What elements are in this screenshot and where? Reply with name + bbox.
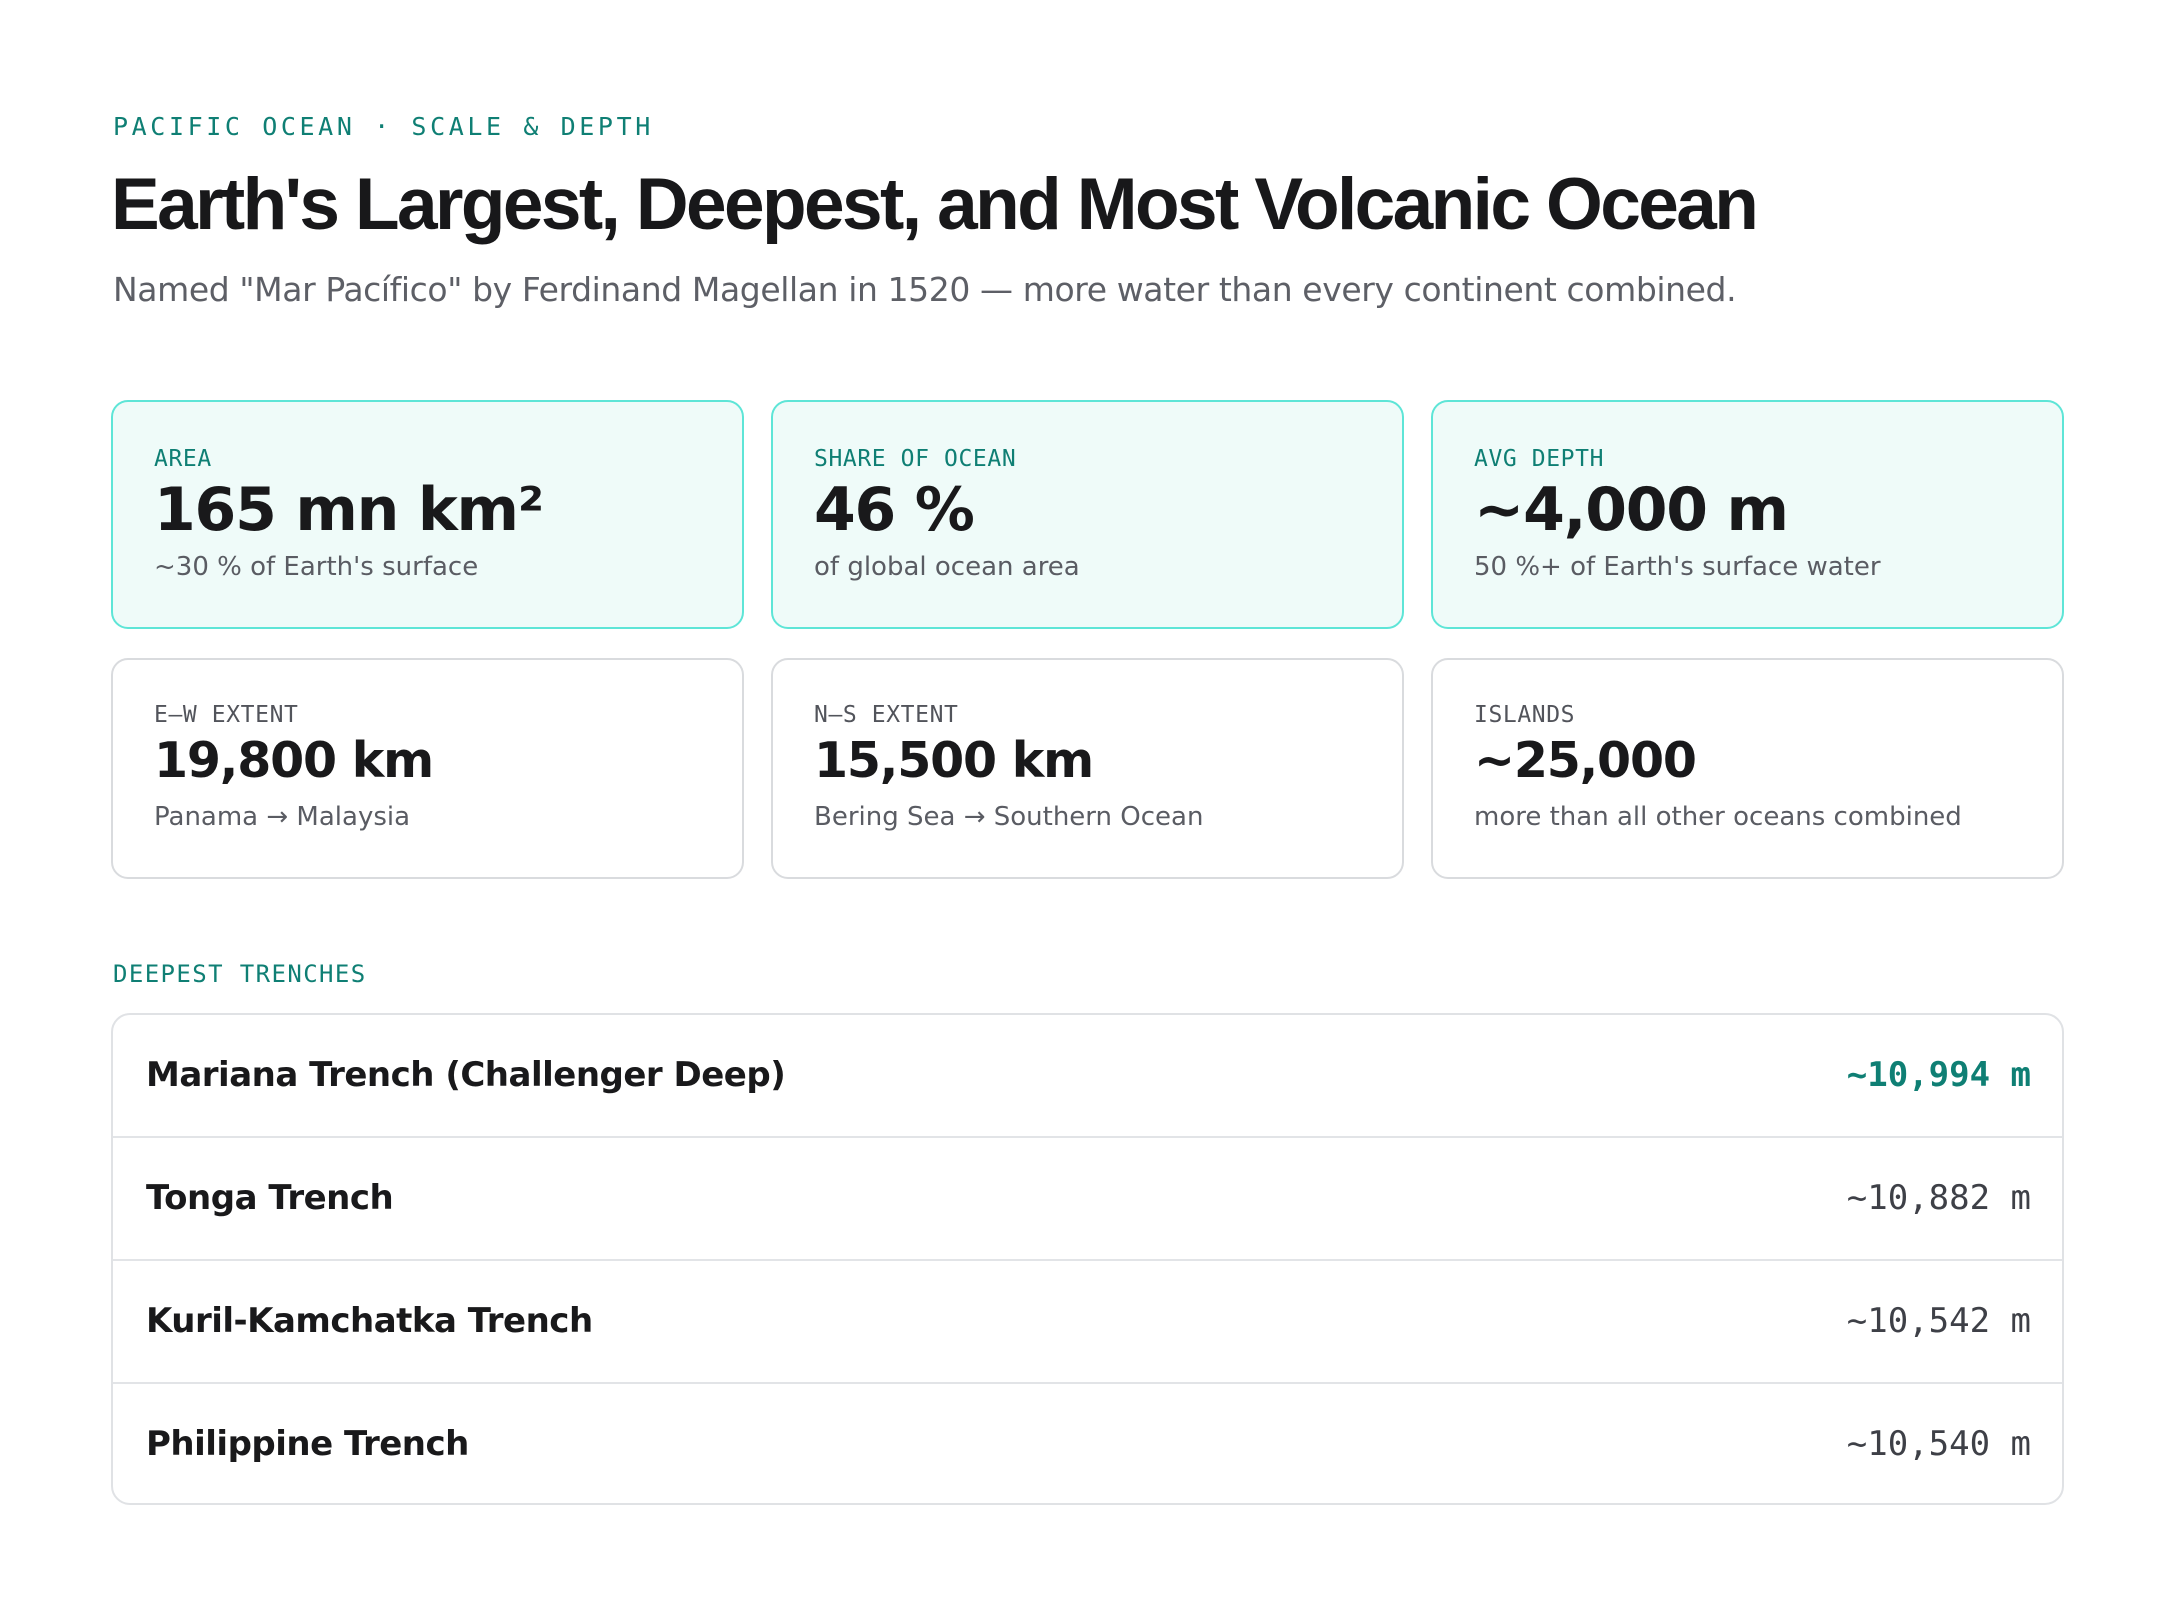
- page-subtitle: Named "Mar Pacífico" by Ferdinand Magell…: [113, 270, 1737, 309]
- stat-value: 15,500 km: [814, 732, 1094, 789]
- stat-caption: of global ocean area: [814, 552, 1080, 582]
- stat-value: ~25,000: [1474, 732, 1697, 789]
- trench-name: Tonga Trench: [146, 1178, 394, 1218]
- trench-name: Mariana Trench (Challenger Deep): [146, 1055, 786, 1095]
- stat-card-avg-depth: AVG DEPTH ~4,000 m 50 %+ of Earth's surf…: [1431, 400, 2064, 629]
- list-item: Tonga Trench ~10,882 m: [113, 1138, 2062, 1261]
- eyebrow-label: PACIFIC OCEAN · SCALE & DEPTH: [113, 112, 654, 141]
- section-label-trenches: DEEPEST TRENCHES: [113, 960, 367, 988]
- stat-card-area: AREA 165 mn km² ~30 % of Earth's surface: [111, 400, 744, 629]
- stat-value: 19,800 km: [154, 732, 434, 789]
- list-item: Philippine Trench ~10,540 m: [113, 1384, 2062, 1503]
- stat-label: AREA: [154, 446, 212, 472]
- trench-depth: ~10,994 m: [1846, 1055, 2031, 1095]
- stat-label: AVG DEPTH: [1474, 446, 1605, 472]
- trench-depth: ~10,882 m: [1846, 1178, 2031, 1218]
- stat-label: N–S EXTENT: [814, 702, 959, 728]
- stat-card-ew-extent: E–W EXTENT 19,800 km Panama → Malaysia: [111, 658, 744, 879]
- page: PACIFIC OCEAN · SCALE & DEPTH Earth's La…: [0, 0, 2160, 1606]
- stat-caption: Bering Sea → Southern Ocean: [814, 802, 1204, 832]
- trench-name: Philippine Trench: [146, 1424, 469, 1464]
- stat-caption: 50 %+ of Earth's surface water: [1474, 552, 1881, 582]
- trench-depth: ~10,540 m: [1846, 1424, 2031, 1464]
- stat-card-share-of-ocean: SHARE OF OCEAN 46 % of global ocean area: [771, 400, 1404, 629]
- list-item: Mariana Trench (Challenger Deep) ~10,994…: [113, 1015, 2062, 1138]
- stat-label: SHARE OF OCEAN: [814, 446, 1017, 472]
- trench-depth: ~10,542 m: [1846, 1301, 2031, 1341]
- stat-value: 165 mn km²: [154, 475, 544, 545]
- stat-label: ISLANDS: [1474, 702, 1576, 728]
- stat-value: ~4,000 m: [1474, 475, 1789, 545]
- stat-value: 46 %: [814, 475, 975, 545]
- stat-caption: ~30 % of Earth's surface: [154, 552, 479, 582]
- stat-card-ns-extent: N–S EXTENT 15,500 km Bering Sea → Southe…: [771, 658, 1404, 879]
- page-title: Earth's Largest, Deepest, and Most Volca…: [111, 164, 1759, 245]
- stat-card-islands: ISLANDS ~25,000 more than all other ocea…: [1431, 658, 2064, 879]
- list-item: Kuril-Kamchatka Trench ~10,542 m: [113, 1261, 2062, 1384]
- stat-caption: Panama → Malaysia: [154, 802, 411, 832]
- stat-label: E–W EXTENT: [154, 702, 299, 728]
- trench-name: Kuril-Kamchatka Trench: [146, 1301, 593, 1341]
- stat-caption: more than all other oceans combined: [1474, 802, 1962, 832]
- trench-list: Mariana Trench (Challenger Deep) ~10,994…: [111, 1013, 2064, 1505]
